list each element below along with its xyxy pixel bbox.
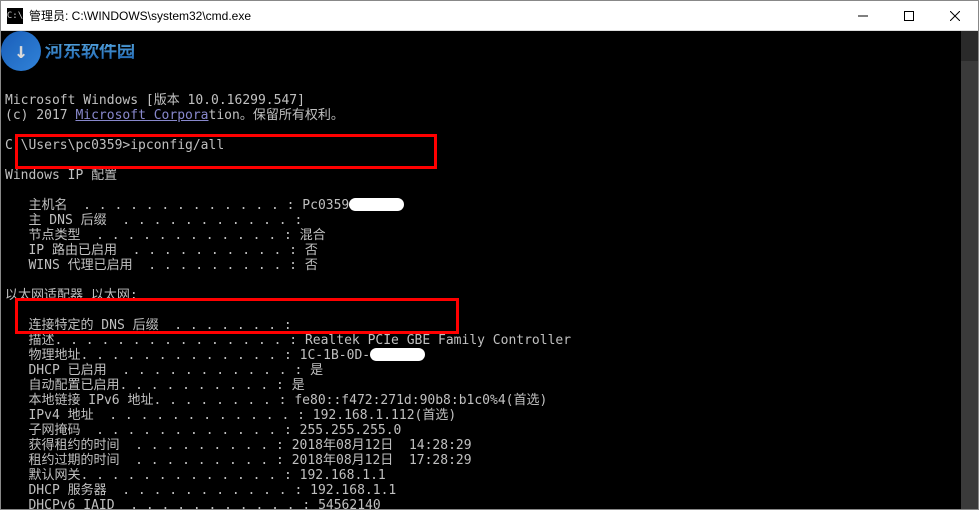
watermark-text: 河东软件园 — [45, 44, 135, 59]
redacted-mac — [370, 348, 425, 361]
adapter-row: DHCP 已启用 . . . . . . . . . . . : 是 — [5, 363, 974, 378]
adapter-row: 默认网关. . . . . . . . . . . . . : 192.168.… — [5, 468, 974, 483]
adapter-row: 物理地址. . . . . . . . . . . . . : 1C-1B-0D… — [5, 348, 974, 363]
host-row: 主机名 . . . . . . . . . . . . . : Pc0359 — [5, 198, 974, 213]
redacted-hostname — [349, 198, 404, 211]
ip-config-title: Windows IP 配置 — [5, 168, 974, 183]
host-row: IP 路由已启用 . . . . . . . . . . : 否 — [5, 243, 974, 258]
version-line: Microsoft Windows [版本 10.0.16299.547] — [5, 93, 974, 108]
adapter-row: IPv4 地址 . . . . . . . . . . . . : 192.16… — [5, 408, 974, 423]
adapter-row: 自动配置已启用. . . . . . . . . . : 是 — [5, 378, 974, 393]
window-title: 管理员: C:\WINDOWS\system32\cmd.exe — [29, 7, 840, 24]
window-titlebar: C:\ 管理员: C:\WINDOWS\system32\cmd.exe — [1, 1, 978, 31]
adapter-row: 子网掩码 . . . . . . . . . . . . : 255.255.2… — [5, 423, 974, 438]
ethernet-title: 以太网适配器 以太网: — [5, 288, 974, 303]
copyright-line: (c) 2017 Microsoft Corporation。保留所有权利。 — [5, 108, 974, 123]
adapter-row: 本地链接 IPv6 地址. . . . . . . . : fe80::f472… — [5, 393, 974, 408]
host-row: 节点类型 . . . . . . . . . . . . : 混合 — [5, 228, 974, 243]
command-text: ipconfig/all — [130, 138, 224, 153]
adapter-row: DHCP 服务器 . . . . . . . . . . . : 192.168… — [5, 483, 974, 498]
adapter-row: 描述. . . . . . . . . . . . . . . : Realte… — [5, 333, 974, 348]
corp-link: Microsoft Corpora — [75, 108, 208, 123]
maximize-button[interactable] — [886, 1, 932, 30]
cmd-icon: C:\ — [7, 8, 23, 24]
watermark-icon: ↓ — [1, 31, 41, 71]
adapter-row: 获得租约的时间 . . . . . . . . . : 2018年08月12日 … — [5, 438, 974, 453]
adapter-row: DHCPv6 IAID . . . . . . . . . . . : 5456… — [5, 498, 974, 509]
prompt-line: C:\Users\pc0359>ipconfig/all — [5, 138, 974, 153]
minimize-button[interactable] — [840, 1, 886, 30]
window-controls — [840, 1, 978, 30]
terminal-output[interactable]: ↓ 河东软件园 Microsoft Windows [版本 10.0.16299… — [1, 31, 978, 509]
scrollbar-thumb[interactable] — [961, 61, 978, 509]
adapter-row: 租约过期的时间 . . . . . . . . . : 2018年08月12日 … — [5, 453, 974, 468]
host-row: 主 DNS 后缀 . . . . . . . . . . . : — [5, 213, 974, 228]
host-row: WINS 代理已启用 . . . . . . . . . : 否 — [5, 258, 974, 273]
adapter-row: 连接特定的 DNS 后缀 . . . . . . . : — [5, 318, 974, 333]
scrollbar[interactable] — [961, 31, 978, 509]
watermark: ↓ 河东软件园 — [1, 31, 135, 71]
close-button[interactable] — [932, 1, 978, 30]
